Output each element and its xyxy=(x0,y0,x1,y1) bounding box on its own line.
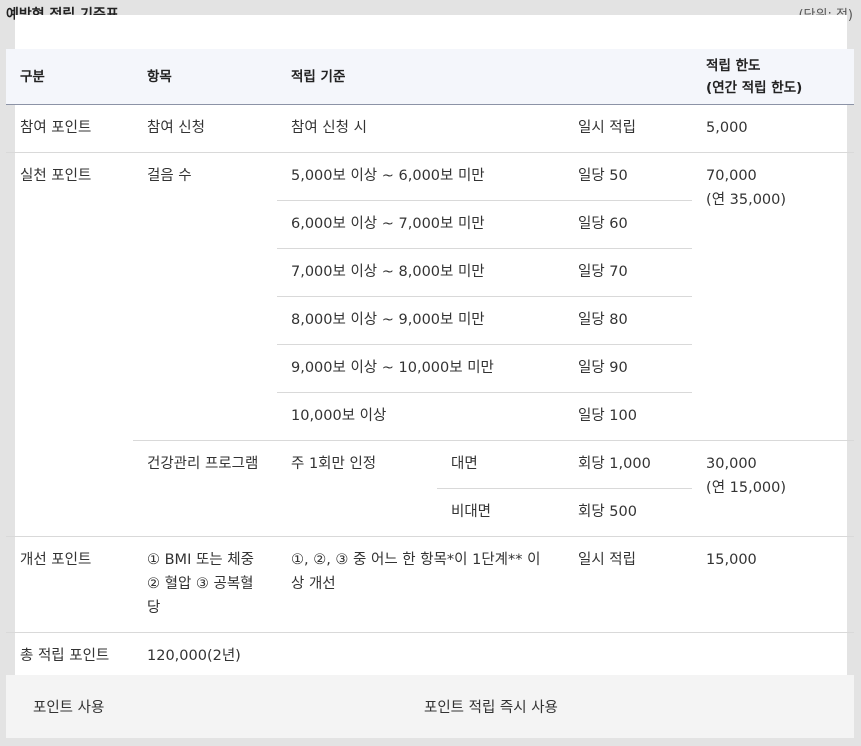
cell-points: 일당 70 xyxy=(564,248,693,297)
limit-value: 30,000 xyxy=(706,456,757,472)
cell-points: 일당 60 xyxy=(564,200,693,249)
table-row: 건강관리 프로그램 주 1회만 인정 대면 회당 1,000 30,000 (연… xyxy=(6,440,855,537)
header-item: 항목 xyxy=(133,49,277,105)
cell-item: 건강관리 프로그램 xyxy=(133,440,277,537)
cell-criteria: 5,000보 이상 ~ 6,000보 미만 xyxy=(277,152,564,201)
limit-sub: (연 35,000) xyxy=(706,192,787,208)
cell-points: 일시 적립 xyxy=(564,536,693,633)
cell-mode: 대면 xyxy=(437,440,564,489)
header-row: 구분 항목 적립 기준 적립 한도 (연간 적립 한도) xyxy=(6,49,855,105)
header-category: 구분 xyxy=(6,49,133,105)
cell-points: 일당 90 xyxy=(564,344,693,393)
cell-points: 회당 1,000 xyxy=(564,440,693,489)
points-table: 구분 항목 적립 기준 적립 한도 (연간 적립 한도) 참여 포인트 참여 신… xyxy=(6,49,855,681)
point-usage-value: 포인트 적립 즉시 사용 xyxy=(424,700,558,716)
cell-total: 120,000(2년) xyxy=(147,648,241,664)
table-row: 총 적립 포인트 120,000(2년) xyxy=(6,633,854,681)
table-row: 참여 포인트 참여 신청 참여 신청 시 일시 적립 5,000 xyxy=(6,104,855,153)
cell-limit: 70,000 (연 35,000) xyxy=(692,152,855,441)
cell-criteria: 6,000보 이상 ~ 7,000보 미만 xyxy=(277,200,564,249)
limit-value: 70,000 xyxy=(706,168,757,184)
cell-mode: 비대면 xyxy=(437,488,564,537)
table-row: 실천 포인트 걸음 수 5,000보 이상 ~ 6,000보 미만 일당 50 … xyxy=(6,152,855,537)
header-limit: 적립 한도 (연간 적립 한도) xyxy=(692,49,855,105)
cell-criteria: 10,000보 이상 xyxy=(277,392,564,441)
cell-limit: 5,000 xyxy=(692,104,855,153)
cell-limit: 15,000 xyxy=(692,536,855,633)
cell-item: 걸음 수 xyxy=(133,152,277,441)
cell-criteria: ①, ②, ③ 중 어느 한 항목*이 1단계** 이상 개선 xyxy=(277,536,564,633)
cell-criteria: 7,000보 이상 ~ 8,000보 미만 xyxy=(277,248,564,297)
cell-points: 일당 80 xyxy=(564,296,693,345)
cell-criteria: 9,000보 이상 ~ 10,000보 미만 xyxy=(277,344,564,393)
cell-item: 참여 신청 xyxy=(133,104,277,153)
cell-criteria: 8,000보 이상 ~ 9,000보 미만 xyxy=(277,296,564,345)
table-row: 개선 포인트 ① BMI 또는 체중 ② 혈압 ③ 공복혈당 ①, ②, ③ 중… xyxy=(6,536,855,633)
cell-criteria: 주 1회만 인정 xyxy=(277,440,437,537)
cell-category: 총 적립 포인트 xyxy=(20,648,110,664)
cell-limit: 30,000 (연 15,000) xyxy=(692,440,855,537)
header-limit-sub: (연간 적립 한도) xyxy=(706,79,803,96)
point-usage-row: 포인트 사용 포인트 적립 즉시 사용 xyxy=(6,675,854,738)
cell-category: 참여 포인트 xyxy=(6,104,133,153)
point-usage-label: 포인트 사용 xyxy=(33,700,105,716)
cell-points: 일당 50 xyxy=(564,152,693,201)
cell-category: 실천 포인트 xyxy=(6,152,133,537)
cell-item: ① BMI 또는 체중 ② 혈압 ③ 공복혈당 xyxy=(133,536,277,633)
header-criteria: 적립 기준 xyxy=(277,49,693,105)
cell-category: 개선 포인트 xyxy=(6,536,133,633)
cell-points: 회당 500 xyxy=(564,488,693,537)
cell-criteria: 참여 신청 시 xyxy=(277,104,564,153)
header-limit-title: 적립 한도 xyxy=(706,57,761,74)
cell-points: 일당 100 xyxy=(564,392,693,441)
limit-sub: (연 15,000) xyxy=(706,480,787,496)
cell-points: 일시 적립 xyxy=(564,104,693,153)
